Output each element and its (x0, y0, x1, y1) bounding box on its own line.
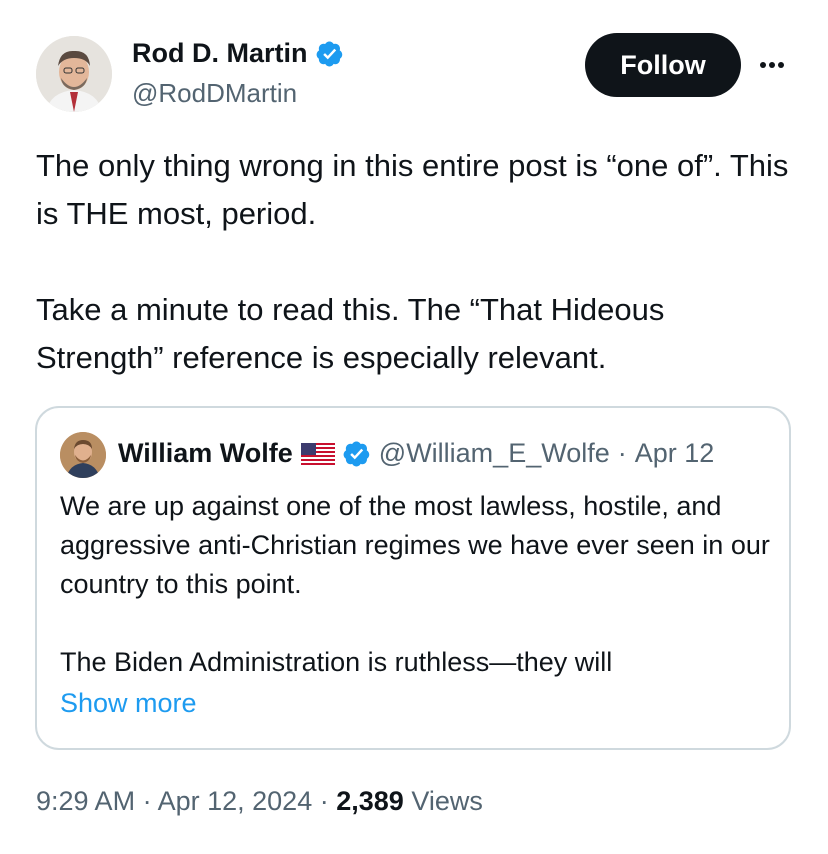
post-meta: 9:29 AM · Apr 12, 2024 · 2,389 Views (36, 786, 483, 817)
quote-avatar-image (60, 432, 106, 478)
verified-badge-icon (343, 440, 370, 467)
quote-author-avatar[interactable] (60, 432, 106, 478)
quote-date[interactable]: Apr 12 (635, 438, 715, 469)
views-label: Views (411, 786, 483, 816)
quote-text: We are up against one of the most lawles… (60, 487, 772, 682)
show-more-link[interactable]: Show more (60, 688, 197, 719)
more-horizontal-icon (760, 62, 784, 68)
quote-separator: · (617, 438, 627, 468)
quote-paragraph: We are up against one of the most lawles… (60, 491, 770, 599)
verified-badge-icon (316, 40, 342, 67)
quote-author-handle[interactable]: @William_E_Wolfe (379, 438, 610, 469)
author-avatar[interactable] (36, 36, 112, 112)
post-date[interactable]: Apr 12, 2024 (158, 786, 313, 816)
author-avatar-image (36, 36, 112, 112)
quote-author-name[interactable]: William Wolfe (118, 438, 293, 469)
us-flag-icon (300, 442, 335, 465)
post-text: The only thing wrong in this entire post… (36, 142, 796, 382)
more-options-button[interactable] (752, 50, 792, 80)
author-name[interactable]: Rod D. Martin (132, 38, 344, 69)
author-handle[interactable]: @RodDMartin (132, 78, 297, 109)
quote-paragraph: The Biden Administration is ruthless—the… (60, 647, 613, 677)
author-name-text: Rod D. Martin (132, 38, 308, 68)
meta-separator: · (142, 786, 152, 816)
follow-button[interactable]: Follow (585, 33, 741, 97)
quote-header: William Wolfe @William_E_Wolfe · Apr 12 (118, 438, 714, 469)
post-paragraph: Take a minute to read this. The “That Hi… (36, 292, 665, 375)
post-paragraph: The only thing wrong in this entire post… (36, 148, 789, 231)
views-count: 2,389 (336, 786, 404, 816)
meta-separator: · (319, 786, 329, 816)
post-time[interactable]: 9:29 AM (36, 786, 135, 816)
